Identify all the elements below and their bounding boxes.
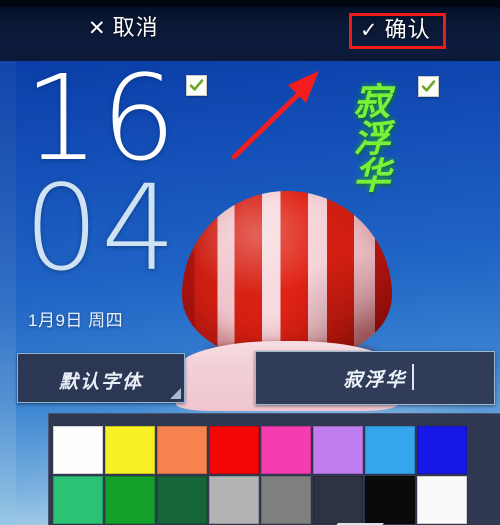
color-swatch[interactable] [209,476,259,524]
lockscreen-preview[interactable]: 16 04 1月9日 周四 寂浮华 默认字体 寂浮华 [0,61,500,525]
checkmark-icon [421,80,436,92]
color-swatch[interactable] [105,426,155,474]
chevron-down-icon [170,388,181,399]
color-swatch[interactable] [313,476,363,524]
annotation-arrow-icon [231,71,319,160]
clock-minute: 04 [24,158,179,297]
clock-visibility-checkbox[interactable] [186,75,207,96]
cancel-button-label: 取消 [112,15,159,40]
text-visibility-checkbox[interactable] [418,76,439,97]
confirm-button-label: 确认 [384,17,431,42]
confirm-button[interactable]: ✓ 确认 [349,13,446,49]
color-row-top [53,426,467,474]
color-palette[interactable] [48,413,500,525]
font-selector-dropdown[interactable]: 默认字体 [17,353,185,403]
clock-widget[interactable]: 16 04 [24,61,179,297]
clock-hour: 16 [24,61,179,187]
status-strip [0,0,500,7]
action-bar: ✕ 取消 ✓ 确认 [0,0,500,62]
cancel-button[interactable]: ✕ 取消 [88,17,159,39]
edge-gradient [0,61,16,525]
close-icon: ✕ [88,16,106,40]
overlay-text-input-value: 寂浮华 [343,369,407,391]
checkmark-icon [189,79,204,91]
font-selector-label: 默认字体 [58,371,143,393]
color-swatch[interactable] [313,426,363,474]
color-swatch[interactable] [365,476,415,524]
phone-screenshot: ✕ 取消 ✓ 确认 16 04 1月9日 周四 寂浮华 默认字体 寂浮华 [0,0,500,525]
clock-date: 1月9日 周四 [28,311,124,330]
check-icon: ✓ [360,18,378,42]
color-swatch[interactable] [157,476,207,524]
color-row-bottom [53,476,467,524]
color-swatch[interactable] [105,476,155,524]
custom-overlay-text[interactable]: 寂浮华 [338,82,391,193]
text-cursor [412,364,414,390]
color-swatch[interactable] [261,476,311,524]
color-swatch[interactable] [53,426,103,474]
color-swatch[interactable] [157,426,207,474]
balloon-shading [182,191,392,359]
color-swatch[interactable] [417,476,467,524]
color-swatch[interactable] [417,426,467,474]
color-swatch[interactable] [209,426,259,474]
color-swatch[interactable] [365,426,415,474]
color-swatch[interactable] [261,426,311,474]
color-swatch[interactable] [53,476,103,524]
overlay-text-input[interactable]: 寂浮华 [255,351,495,405]
